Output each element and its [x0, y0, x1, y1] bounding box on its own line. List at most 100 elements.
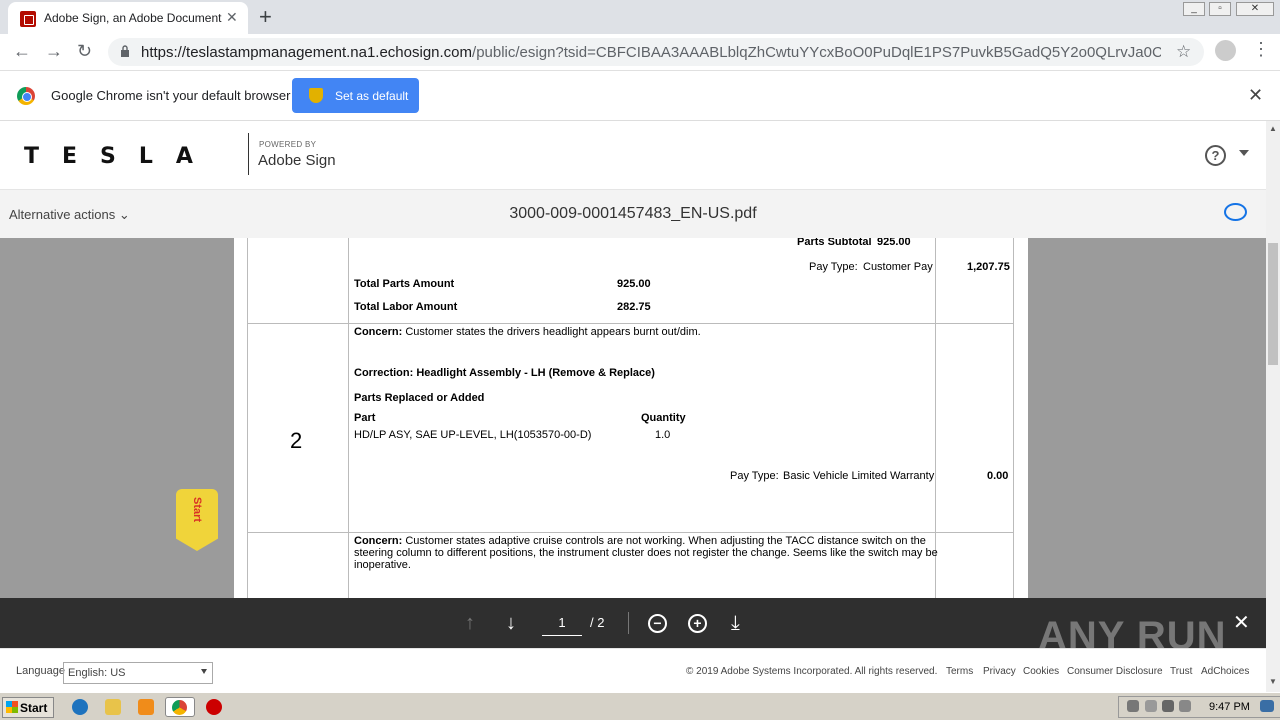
network-icon[interactable] [1127, 700, 1139, 712]
privacy-link[interactable]: Privacy [983, 666, 1016, 677]
windows-taskbar: Start 9:47 PM [0, 692, 1280, 720]
row-number: 2 [290, 428, 303, 453]
adobe-favicon-icon [20, 11, 36, 27]
back-arrow-icon[interactable]: ← [13, 41, 31, 62]
copyright-text: © 2019 Adobe Systems Incorporated. All r… [686, 666, 938, 677]
minimize-window-icon[interactable]: _ [1183, 2, 1205, 16]
forward-arrow-icon[interactable]: → [45, 41, 63, 62]
address-bar[interactable]: https://teslastampmanagement.na1.echosig… [108, 38, 1204, 66]
concern-text-line: steering column to different positions, … [354, 547, 938, 559]
flag-icon[interactable] [1179, 700, 1191, 712]
scrollbar-thumb[interactable] [1268, 243, 1278, 365]
adchoices-link[interactable]: AdChoices [1201, 666, 1249, 677]
profile-avatar-icon[interactable] [1215, 40, 1236, 61]
infobar-close-icon[interactable]: ✕ [1248, 85, 1263, 106]
set-as-default-label: Set as default [335, 89, 409, 103]
quantity-column-header: Quantity [641, 412, 686, 424]
shield-tray-icon[interactable] [1145, 700, 1157, 712]
tab-close-icon[interactable]: ✕ [226, 9, 238, 26]
volume-icon[interactable] [1162, 700, 1174, 712]
consumer-disclosure-link[interactable]: Consumer Disclosure [1067, 666, 1163, 677]
pay-type-label: Pay Type: [809, 261, 858, 273]
table-col-divider [935, 238, 936, 598]
parts-replaced-label: Parts Replaced or Added [354, 392, 485, 404]
shield-icon [309, 88, 323, 103]
download-icon[interactable]: ⤓ [731, 612, 740, 635]
page-footer: Language English: US © 2019 Adobe System… [0, 648, 1266, 692]
terms-link[interactable]: Terms [946, 666, 973, 677]
app-header: TESLA POWERED BY Adobe Sign ? [0, 121, 1266, 189]
system-tray [1118, 696, 1280, 718]
help-icon[interactable]: ? [1205, 145, 1226, 166]
correction-label: Correction: Headlight Assembly - LH (Rem… [354, 367, 655, 379]
chrome-menu-icon[interactable]: ⋮ [1252, 39, 1270, 60]
pdf-page: Parts Subtotal 925.00 Pay Type: Customer… [234, 238, 1028, 598]
page-navigation-bar: ↑ ↓ 1 / 2 − + ⤓ ANY RUN ✕ [0, 598, 1266, 658]
media-player-icon[interactable] [138, 699, 154, 715]
pay-type-label: Pay Type: [730, 470, 779, 482]
nav-close-icon[interactable]: ✕ [1233, 610, 1250, 635]
table-row-divider [247, 532, 1014, 533]
start-flag-label: Start [191, 497, 203, 523]
internet-explorer-icon[interactable] [72, 699, 88, 715]
reload-icon[interactable]: ↻ [77, 41, 92, 62]
total-labor-value: 282.75 [617, 301, 651, 313]
message-icon[interactable] [1224, 203, 1247, 221]
zoom-out-icon[interactable]: − [648, 614, 667, 633]
start-button[interactable]: Start [2, 697, 54, 718]
page-number-input[interactable]: 1 [542, 612, 582, 636]
total-parts-label: Total Parts Amount [354, 278, 455, 290]
infobar-message: Google Chrome isn't your default browser [51, 88, 291, 103]
tab-title: Adobe Sign, an Adobe Document Clс [44, 11, 222, 25]
page-scrollbar[interactable]: ▲ ▼ [1266, 121, 1280, 692]
parts-subtotal-label: Parts Subtotal [797, 238, 872, 248]
total-parts-value: 925.00 [617, 278, 651, 290]
table-row-divider [247, 323, 1014, 324]
bookmark-star-icon[interactable]: ☆ [1176, 42, 1191, 62]
part-column-header: Part [354, 412, 376, 424]
concern-text: Concern: Customer states adaptive cruise… [354, 535, 926, 547]
windows-logo-icon [6, 701, 18, 713]
parts-subtotal-value: 925.00 [877, 238, 911, 248]
browser-tab-strip: Adobe Sign, an Adobe Document Clс ✕ + _ … [0, 0, 1280, 34]
part-name: HD/LP ASY, SAE UP-LEVEL, LH(1053570-00-D… [354, 429, 592, 441]
help-dropdown-caret-icon[interactable] [1239, 150, 1249, 156]
pay-type-value: Basic Vehicle Limited Warranty [783, 470, 935, 482]
browser-toolbar: ← → ↻ https://teslastampmanagement.na1.e… [0, 34, 1280, 71]
page-total: / 2 [590, 615, 605, 630]
pay-type-total: 1,207.75 [967, 261, 1010, 273]
url-text: https://teslastampmanagement.na1.echosig… [141, 44, 1161, 61]
close-window-icon[interactable]: ✕ [1236, 2, 1274, 16]
scroll-down-icon[interactable]: ▼ [1269, 677, 1277, 686]
document-name: 3000-009-0001457483_EN-US.pdf [509, 205, 757, 222]
part-quantity: 1.0 [655, 429, 671, 441]
stop-icon[interactable] [206, 699, 222, 715]
total-labor-label: Total Labor Amount [354, 301, 458, 313]
maximize-window-icon[interactable]: ▫ [1209, 2, 1231, 16]
cookies-link[interactable]: Cookies [1023, 666, 1059, 677]
taskbar-clock: 9:47 PM [1209, 701, 1250, 713]
previous-page-arrow-icon[interactable]: ↑ [465, 612, 475, 635]
set-as-default-button[interactable]: Set as default [292, 78, 419, 113]
browser-tab[interactable]: Adobe Sign, an Adobe Document Clс ✕ [8, 2, 248, 34]
language-select[interactable]: English: US [63, 662, 213, 684]
nav-separator [628, 612, 629, 634]
powered-by-label: POWERED BY [259, 140, 317, 149]
concern-text: Concern: Customer states the drivers hea… [354, 326, 701, 338]
tesla-logo: TESLA [24, 144, 216, 169]
scroll-up-icon[interactable]: ▲ [1269, 124, 1277, 133]
folder-icon[interactable] [105, 699, 121, 715]
table-col-divider [348, 238, 349, 598]
zoom-in-icon[interactable]: + [688, 614, 707, 633]
show-desktop-icon[interactable] [1260, 700, 1274, 712]
new-tab-icon[interactable]: + [259, 4, 272, 30]
next-page-arrow-icon[interactable]: ↓ [506, 612, 516, 635]
trust-link[interactable]: Trust [1170, 666, 1192, 677]
table-border-right [1013, 238, 1014, 598]
adobe-sign-label: Adobe Sign [258, 152, 336, 169]
select-caret-icon [201, 669, 207, 674]
pay-type-total: 0.00 [987, 470, 1009, 482]
document-actions-bar: Alternative actions ⌄ 3000-009-000145748… [0, 189, 1266, 238]
start-signing-flag[interactable]: Start [176, 489, 218, 551]
language-label: Language [16, 665, 65, 677]
